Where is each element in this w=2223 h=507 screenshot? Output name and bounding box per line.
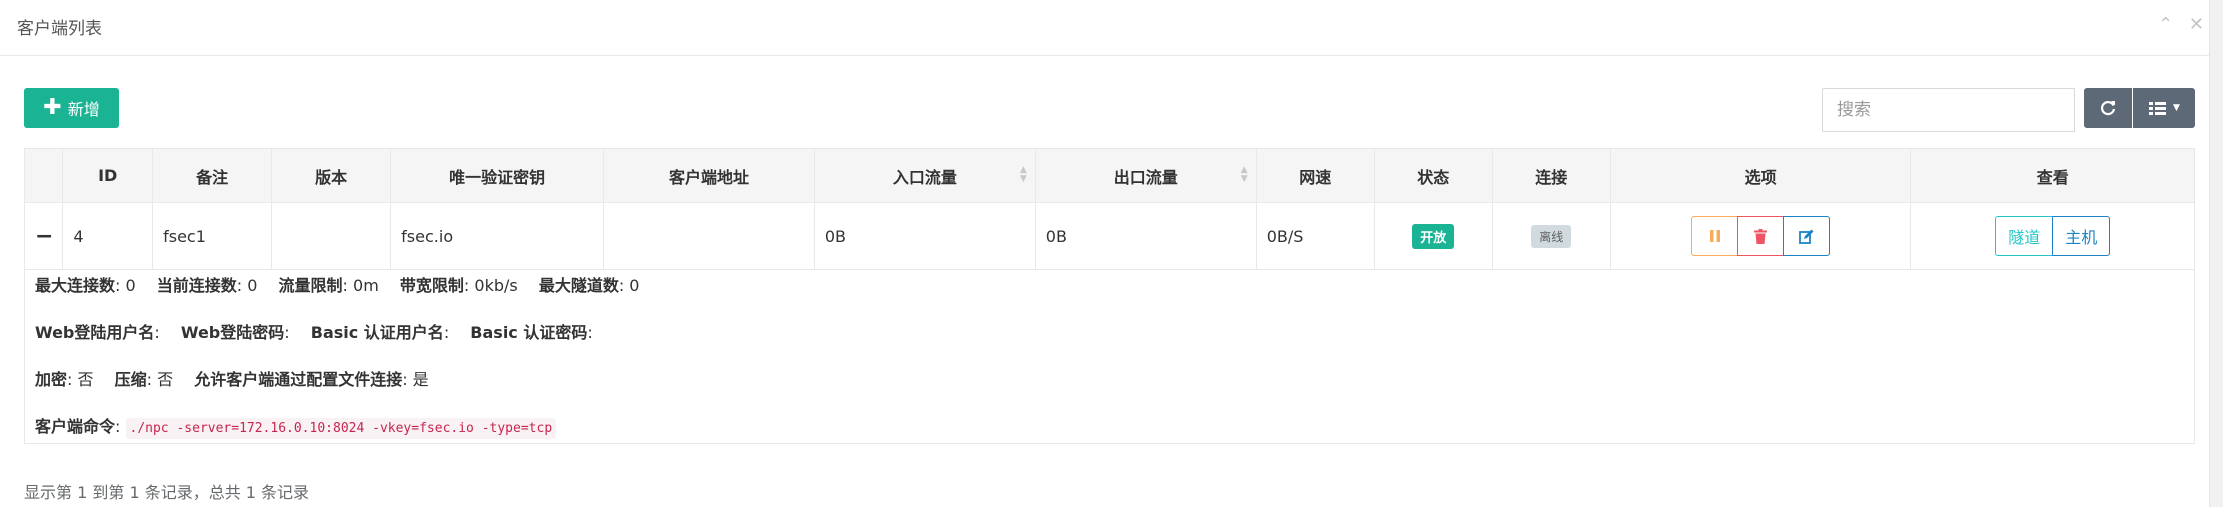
max-conn-value: : 0 <box>115 276 136 295</box>
max-tunnel-value: : 0 <box>618 276 640 295</box>
close-icon[interactable]: ✕ <box>2189 14 2204 35</box>
status-badge: 开放 <box>1412 223 1455 249</box>
compress-value: : 否 <box>146 370 174 389</box>
cell-out-flow: 0B <box>1034 202 1257 270</box>
detail-limits-line: 最大连接数: 0 当前连接数: 0 流量限制: 0m 带宽限制: 0kb/s 最… <box>35 274 2184 298</box>
cell-version <box>271 202 392 270</box>
basic-user-label: Basic 认证用户名 <box>310 323 444 342</box>
trash-icon <box>1754 228 1768 244</box>
connection-badge: 离线 <box>1531 224 1572 248</box>
web-user-label: Web登陆用户名 <box>35 323 155 342</box>
refresh-icon <box>2100 101 2116 116</box>
search-input[interactable] <box>1822 88 2075 132</box>
th-expand <box>23 148 64 203</box>
tunnel-button[interactable]: 隧道 <box>1995 216 2054 256</box>
cell-vkey: fsec.io <box>390 202 605 270</box>
th-version: 版本 <box>271 148 392 203</box>
collapse-row-icon[interactable]: − <box>23 202 64 270</box>
edit-icon <box>1799 229 1814 244</box>
th-vkey: 唯一验证密钥 <box>390 148 605 203</box>
detail-cell: 最大连接数: 0 当前连接数: 0 流量限制: 0m 带宽限制: 0kb/s 最… <box>24 269 2195 444</box>
delete-button[interactable] <box>1737 216 1785 256</box>
client-command[interactable]: ./npc -server=172.16.0.10:8024 -vkey=fse… <box>125 418 557 439</box>
cell-view: 隧道 主机 <box>1910 202 2195 270</box>
refresh-button[interactable] <box>2084 88 2132 128</box>
pagination-summary: 显示第 1 到第 1 条记录，总共 1 条记录 <box>24 483 310 502</box>
cell-id: 4 <box>62 202 154 270</box>
max-tunnel-label: 最大隧道数 <box>538 276 619 295</box>
rate-limit-label: 带宽限制 <box>399 276 464 295</box>
host-button[interactable]: 主机 <box>2052 216 2111 256</box>
cell-speed: 0B/S <box>1255 202 1375 270</box>
page-scrollbar[interactable] <box>2209 0 2223 507</box>
th-options: 选项 <box>1609 148 1912 203</box>
th-address: 客户端地址 <box>603 148 815 203</box>
list-columns-icon <box>2149 102 2167 115</box>
cell-in-flow: 0B <box>813 202 1036 270</box>
th-in-flow[interactable]: 入口流量 ▲ ▼ <box>813 148 1036 203</box>
panel-tools: ⌃ ✕ <box>2148 14 2204 35</box>
caret-down-icon: ▼ <box>2173 103 2180 113</box>
th-connection: 连接 <box>1491 148 1611 203</box>
options-button-group <box>1621 216 1901 256</box>
sort-icon: ▲ ▼ <box>1240 165 1248 184</box>
th-view: 查看 <box>1910 148 2195 203</box>
cell-options <box>1609 202 1912 270</box>
cur-conn-value: : 0 <box>236 276 258 295</box>
panel-header: 客户端列表 ⌃ ✕ <box>0 0 2210 56</box>
cur-conn-label: 当前连接数 <box>156 276 237 295</box>
table-header-row: ID 备注 版本 唯一验证密钥 客户端地址 入口流量 ▲ ▼ 出口流量 ▲ ▼ 网速 状… <box>23 148 2195 203</box>
th-out-flow-label: 出口流量 <box>1113 167 1178 187</box>
detail-flags-line: 加密: 否 压缩: 否 允许客户端通过配置文件连接: 是 <box>35 368 2184 392</box>
client-table: ID 备注 版本 唯一验证密钥 客户端地址 入口流量 ▲ ▼ 出口流量 ▲ ▼ 网速 状… <box>23 148 2195 444</box>
flow-limit-value: : 0m <box>342 276 379 295</box>
web-pass-value: : <box>284 323 290 342</box>
basic-user-value: : <box>443 323 450 342</box>
chevron-up-icon[interactable]: ⌃ <box>2158 14 2173 35</box>
cell-address <box>603 202 815 270</box>
pause-icon <box>1709 230 1720 242</box>
cell-remark: fsec1 <box>152 202 273 270</box>
th-speed: 网速 <box>1255 148 1375 203</box>
cell-status: 开放 <box>1373 202 1493 270</box>
encrypt-label: 加密 <box>35 370 68 389</box>
rate-limit-value: : 0kb/s <box>463 276 518 295</box>
th-in-flow-label: 入口流量 <box>892 167 957 187</box>
web-user-value: : <box>154 323 160 342</box>
basic-pass-label: Basic 认证密码 <box>470 323 588 342</box>
detail-auth-line: Web登陆用户名: Web登陆密码: Basic 认证用户名: Basic 认证… <box>35 321 2184 345</box>
panel-title: 客户端列表 <box>17 19 102 39</box>
cell-connection: 离线 <box>1491 202 1611 270</box>
detail-command-line: 客户端命令: ./npc -server=172.16.0.10:8024 -v… <box>35 415 2184 441</box>
pause-button[interactable] <box>1691 216 1739 256</box>
th-status: 状态 <box>1373 148 1493 203</box>
detail-row: 最大连接数: 0 当前连接数: 0 流量限制: 0m 带宽限制: 0kb/s 最… <box>24 269 2195 444</box>
columns-toggle-button[interactable]: ▼ <box>2133 88 2195 128</box>
basic-pass-value: : <box>587 323 593 342</box>
sort-icon: ▲ ▼ <box>1019 165 1027 184</box>
flow-limit-label: 流量限制 <box>278 276 343 295</box>
table-row: − 4 fsec1 fsec.io 0B 0B 0B/S 开放 离线 隧道 主机 <box>23 202 2195 270</box>
config-conn-value: : 是 <box>402 370 429 389</box>
cmd-label: 客户端命令 <box>35 417 116 436</box>
config-conn-label: 允许客户端通过配置文件连接 <box>194 370 403 389</box>
add-button-label: 新增 <box>67 100 100 119</box>
th-remark: 备注 <box>152 148 273 203</box>
max-conn-label: 最大连接数 <box>35 276 116 295</box>
compress-label: 压缩 <box>114 370 147 389</box>
add-client-button[interactable]: ✚ 新增 <box>24 88 119 128</box>
encrypt-value: : 否 <box>67 370 94 389</box>
view-button-group: 隧道 主机 <box>1921 216 2184 256</box>
cmd-sep: : <box>115 417 121 436</box>
edit-button[interactable] <box>1783 216 1831 256</box>
web-pass-label: Web登陆密码 <box>180 323 285 342</box>
th-id[interactable]: ID <box>62 148 154 203</box>
plus-icon: ✚ <box>43 95 62 120</box>
th-out-flow[interactable]: 出口流量 ▲ ▼ <box>1034 148 1257 203</box>
